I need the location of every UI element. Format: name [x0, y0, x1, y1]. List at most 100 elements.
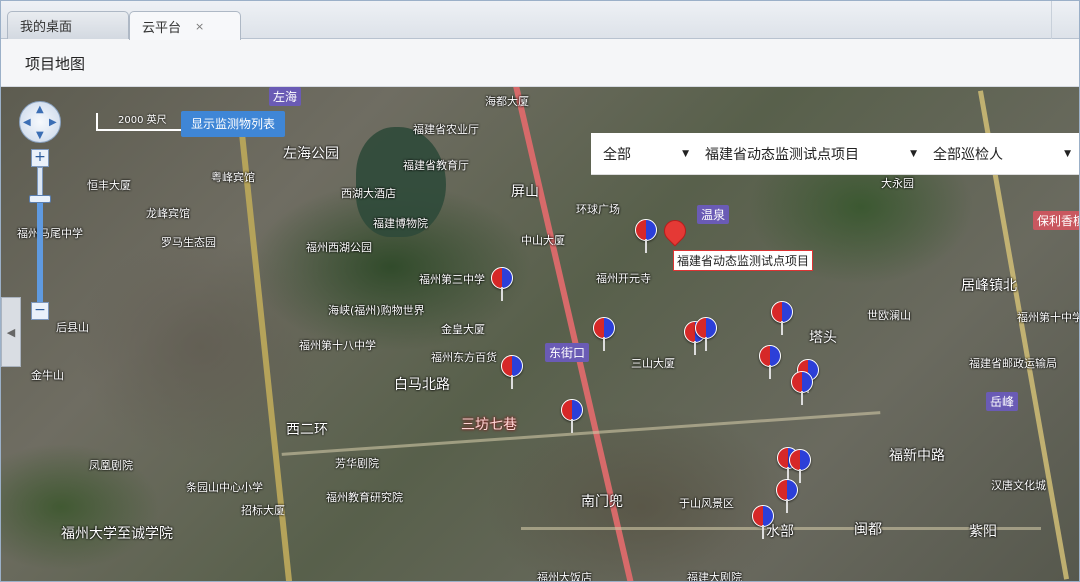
map-label: 温泉 [697, 205, 730, 224]
map-label: 条园山中心小学 [186, 481, 263, 494]
map-label: 环球广场 [576, 203, 620, 216]
select-value: 全部巡检人 [933, 147, 1003, 163]
map-label: 海都大厦 [485, 95, 529, 108]
map-label: 福州教育研究院 [326, 491, 403, 504]
map-label: 福州第十中学 [1017, 311, 1080, 324]
map-label: 凤凰剧院 [89, 459, 133, 472]
tab-my-desktop[interactable]: 我的桌面 [7, 11, 129, 39]
monitor-marker[interactable] [635, 219, 657, 253]
tab-bar: 我的桌面 云平台 × [1, 1, 1079, 40]
map-label: 西湖大酒店 [341, 187, 396, 200]
app-window: 我的桌面 云平台 × 项目地图 左海 左海公园 西湖大酒店 福建博物院 福州西湖… [0, 0, 1080, 582]
side-panel-toggle[interactable]: ◀ [1, 297, 21, 367]
status-select[interactable]: 全部 ▼ [603, 133, 689, 175]
inspector-select[interactable]: 全部巡检人 ▼ [933, 133, 1071, 175]
map-label: 白马北路 [394, 377, 450, 393]
zoom-slider-thumb[interactable] [29, 195, 51, 203]
monitor-marker[interactable] [501, 355, 523, 389]
map-label: 龙峰宾馆 [146, 207, 190, 220]
map-label: 汉唐文化城 [991, 479, 1046, 492]
map-label: 中山大厦 [521, 234, 565, 247]
arrow-down-icon[interactable]: ▼ [36, 130, 44, 141]
map-label: 金牛山 [31, 369, 64, 382]
map-label: 南门兜 [581, 494, 623, 510]
map-label: 大永园 [881, 177, 914, 190]
map-label: 福建省农业厅 [413, 123, 479, 136]
map-label: 塔头 [809, 330, 837, 346]
project-select[interactable]: 福建省动态监测试点项目 ▼ [705, 133, 917, 175]
map-label: 福州第十八中学 [299, 339, 376, 352]
tab-cloud-platform[interactable]: 云平台 × [129, 11, 241, 40]
map-label: 闽都 [854, 522, 882, 538]
select-value: 全部 [603, 147, 631, 163]
monitor-marker[interactable] [759, 345, 781, 379]
map-label: 屏山 [511, 184, 539, 200]
zoom-out-button[interactable]: − [31, 302, 49, 320]
map-label: 左海 [269, 87, 302, 106]
map-label: 罗马生态园 [161, 236, 216, 249]
map-label: 金皇大厦 [441, 323, 485, 336]
arrow-up-icon[interactable]: ▲ [36, 104, 44, 115]
map-label: 福州大学至诚学院 [61, 526, 173, 542]
map-label: 居峰镇北 [961, 278, 1017, 294]
project-label[interactable]: 福建省动态监测试点项目 [673, 250, 814, 271]
map-canvas[interactable]: 左海 左海公园 西湖大酒店 福建博物院 福州西湖公园 福州第三中学 屏山 环球广… [1, 87, 1080, 582]
monitor-marker[interactable] [491, 267, 513, 301]
pan-control[interactable]: ▲ ▼ ◀ ▶ [19, 101, 61, 143]
caret-down-icon: ▼ [682, 149, 689, 159]
zoom-slider-fill [37, 199, 43, 302]
map-label: 恒丰大厦 [87, 179, 131, 192]
filter-bar: 全部 ▼ 福建省动态监测试点项目 ▼ 全部巡检人 ▼ [591, 133, 1079, 175]
monitor-marker[interactable] [771, 301, 793, 335]
page-title: 项目地图 [25, 55, 86, 73]
map-label: 粤峰宾馆 [211, 171, 255, 184]
map-label: 三坊七巷 [461, 417, 517, 433]
caret-down-icon: ▼ [910, 149, 917, 159]
map-label: 福州东方百货 [431, 351, 497, 364]
close-icon[interactable]: × [195, 20, 204, 33]
scale-label: 2000 英尺 [118, 115, 167, 126]
map-label: 福州西湖公园 [306, 241, 372, 254]
arrow-right-icon[interactable]: ▶ [49, 117, 57, 128]
map-label: 世欧澜山 [867, 309, 911, 322]
scale-bar: 2000 英尺 [96, 113, 186, 131]
chevron-left-icon: ◀ [6, 325, 16, 339]
map-label: 福州开元寺 [596, 272, 651, 285]
monitor-marker[interactable] [593, 317, 615, 351]
map-label: 后县山 [56, 321, 89, 334]
arrow-left-icon[interactable]: ◀ [23, 117, 31, 128]
map-label: 芳华剧院 [335, 457, 379, 470]
map-label: 福建博物院 [373, 217, 428, 230]
map-label: 福建大剧院 [687, 571, 742, 582]
map-label: 福建省教育厅 [403, 159, 469, 172]
map-label: 岳峰 [986, 392, 1019, 411]
monitor-marker[interactable] [776, 479, 798, 513]
tab-label: 我的桌面 [20, 20, 73, 35]
map-label: 福州大饭店 [537, 571, 592, 582]
select-value: 福建省动态监测试点项目 [705, 147, 859, 163]
monitor-marker[interactable] [695, 317, 717, 351]
map-label: 紫阳 [969, 524, 997, 540]
tab-label: 云平台 [142, 20, 182, 36]
map-label: 海峡(福州)购物世界 [328, 304, 425, 317]
map-label: 左海公园 [283, 146, 339, 162]
map-label: 于山风景区 [679, 497, 734, 510]
monitor-marker[interactable] [561, 399, 583, 433]
page-header: 项目地图 [1, 39, 1079, 87]
monitor-marker[interactable] [791, 371, 813, 405]
map-label: 福新中路 [889, 448, 945, 464]
map-label: 福州马尾中学 [17, 227, 83, 240]
project-location-pin[interactable] [659, 215, 691, 250]
caret-down-icon: ▼ [1064, 149, 1071, 159]
map-label: 福州第三中学 [419, 273, 485, 286]
monitor-marker[interactable] [752, 505, 774, 539]
map-label: 西二环 [286, 422, 328, 438]
map-label: 三山大厦 [631, 357, 675, 370]
show-monitor-list-button[interactable]: 显示监测物列表 [181, 111, 286, 137]
tab-bar-end [1051, 1, 1079, 39]
map-label: 招标大厦 [241, 504, 285, 517]
map-label: 福建省邮政运输局 [969, 357, 1057, 370]
zoom-in-button[interactable]: + [31, 149, 49, 167]
map-label: 东街口 [545, 343, 590, 362]
monitor-marker[interactable] [789, 449, 811, 483]
